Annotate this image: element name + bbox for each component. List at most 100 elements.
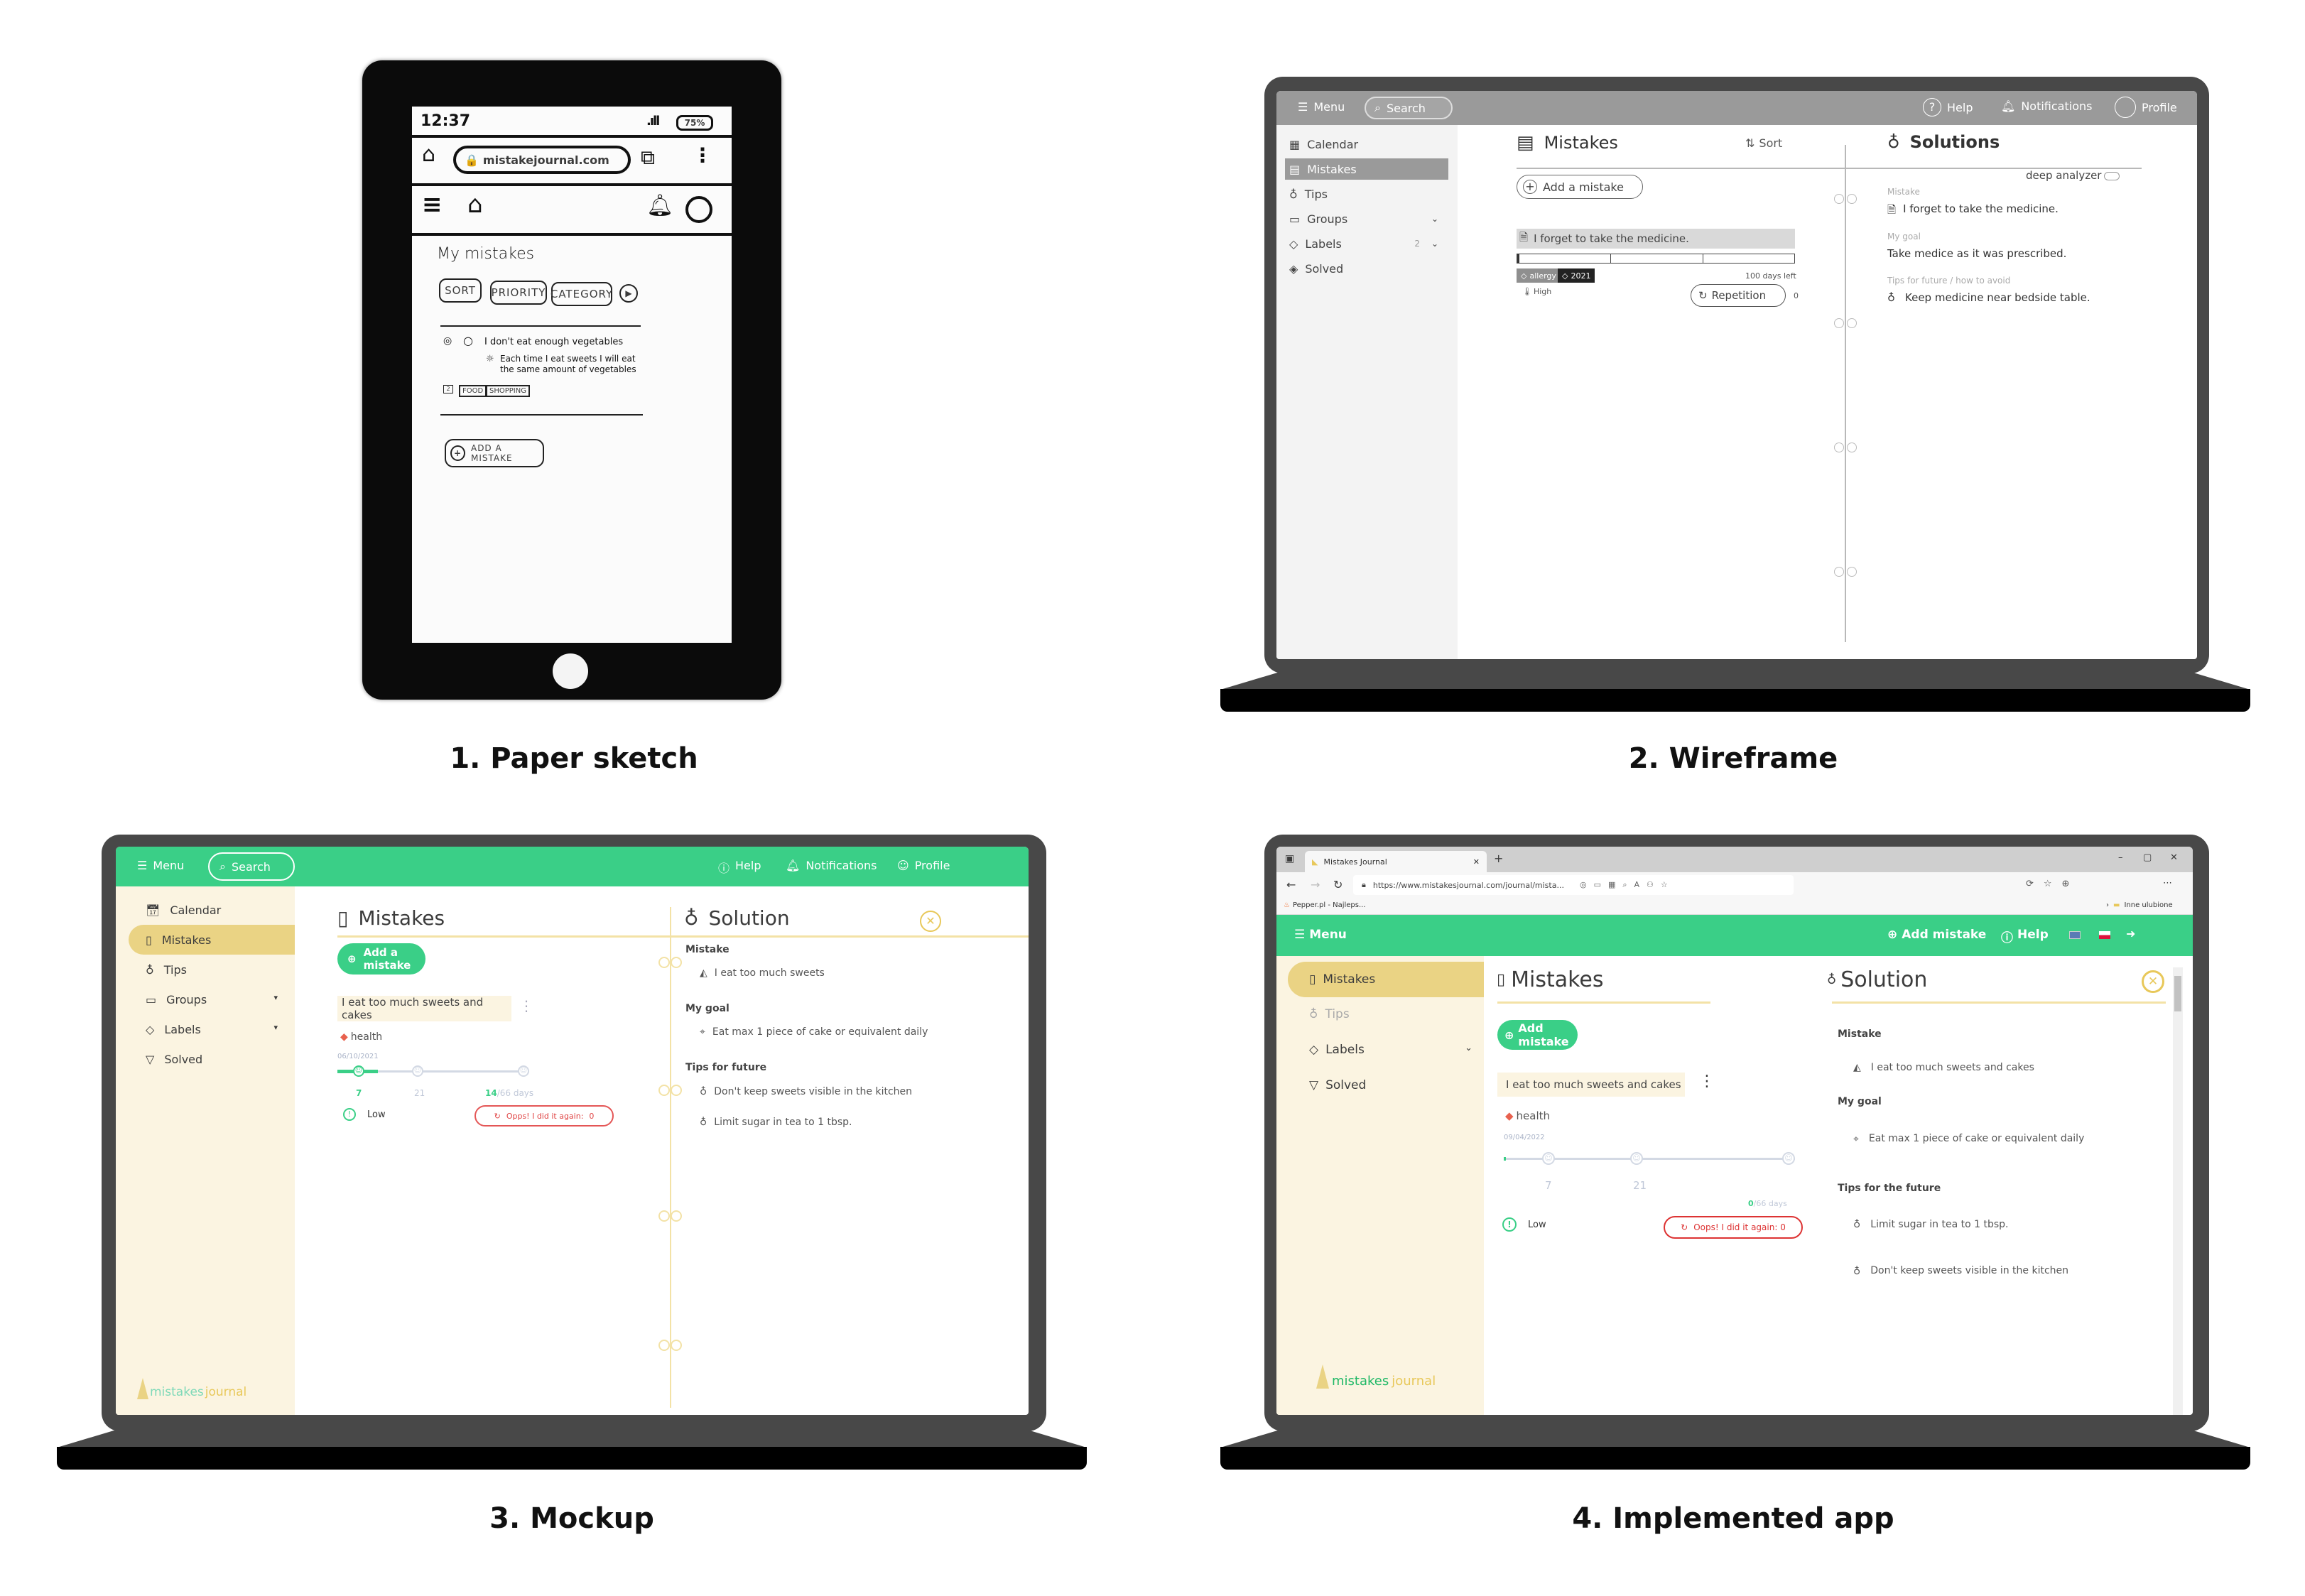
tab-actions-icon[interactable]: ▣ <box>1285 853 1294 864</box>
solution-title-text: Solution <box>708 906 790 930</box>
sidebar-item-mistakes[interactable]: ▤ Mistakes <box>1285 158 1448 180</box>
home-icon[interactable]: ⌂ <box>467 190 483 219</box>
forward-icon[interactable]: → <box>1311 878 1320 891</box>
progress-segment <box>1703 254 1794 263</box>
scrollbar[interactable] <box>2173 967 2183 1415</box>
menu-button[interactable]: ☰ Menu <box>137 859 184 872</box>
menu-button[interactable]: ☰ Menu <box>1298 100 1345 114</box>
mistake-item[interactable]: I eat too much sweets and cakes <box>337 996 511 1021</box>
tag-shopping[interactable]: SHOPPING <box>486 385 530 397</box>
sidebar-item-groups[interactable]: ▭ Groups ▾ <box>146 993 288 1006</box>
new-tab-icon[interactable]: + <box>1494 852 1503 865</box>
hamburger-icon[interactable]: ≡ <box>422 190 443 219</box>
goal-label: My goal <box>685 1003 730 1014</box>
back-icon[interactable]: ← <box>1286 878 1296 891</box>
sidebar-item-solved[interactable]: ◈ Solved <box>1285 258 1448 279</box>
url-bar[interactable]: 🔒 mistakejournal.com <box>453 146 631 174</box>
notifications-button[interactable]: 🔔︎ Notifications <box>2001 99 2092 113</box>
sort-button[interactable]: SORT <box>439 278 482 303</box>
oops-button[interactable]: ↻ Oops! I did it again: 0 <box>1664 1216 1803 1239</box>
more-vertical-icon[interactable]: ⋮ <box>1699 1073 1715 1090</box>
next-arrow-icon[interactable]: ▶ <box>619 284 638 303</box>
milestone-label: 7 <box>1545 1179 1552 1192</box>
search-input[interactable]: ⌕ Search <box>208 852 295 881</box>
sidebar-item-mistakes[interactable]: ▯ Mistakes <box>1288 962 1484 997</box>
sidebar-item-tips[interactable]: ♁ Tips <box>146 963 187 977</box>
sidebar-item-labels[interactable]: ◇ Labels ⌄ <box>1309 1043 1473 1057</box>
search-input[interactable]: ⌕ Search <box>1365 97 1453 119</box>
maximize-icon[interactable]: ▢ <box>2143 852 2152 863</box>
tag-2021[interactable]: ◇ 2021 <box>1558 268 1595 283</box>
other-favorites[interactable]: › ▬ Inne ulubione <box>2106 901 2173 909</box>
profile-button[interactable]: Profile <box>2115 97 2177 118</box>
plus-icon: + <box>450 445 465 461</box>
close-window-icon[interactable]: ✕ <box>2170 852 2178 863</box>
more-icon[interactable]: ⋮ <box>693 143 712 167</box>
bookmark-pepper[interactable]: ♨ Pepper.pl - Najleps... <box>1284 901 1366 909</box>
tag-health[interactable]: ◆ health <box>340 1031 382 1043</box>
priority-button[interactable]: PRIORITY <box>490 281 547 305</box>
add-mistake-button[interactable]: + Add a mistake <box>1517 175 1643 199</box>
user-icon: ☺ <box>897 859 909 872</box>
flag-pl-icon[interactable] <box>2099 931 2110 939</box>
tag-health[interactable]: ◆ health <box>1505 1109 1550 1122</box>
help-button[interactable]: ? Help <box>1923 98 1973 116</box>
sidebar-item-labels[interactable]: ◇ Labels ▾ <box>146 1023 288 1036</box>
sidebar-item-solved[interactable]: ▽ Solved <box>146 1053 202 1066</box>
sidebar-item-labels[interactable]: ◇ Labels 2 ⌄ <box>1285 233 1448 254</box>
minimize-icon[interactable]: – <box>2118 852 2123 863</box>
mistake-item[interactable]: 🗎 I forget to take the medicine. <box>1517 229 1795 249</box>
oops-button[interactable]: ↻ Opps! I did it again: 0 <box>474 1105 614 1127</box>
tag-allergy[interactable]: ◇ allergy <box>1517 268 1561 283</box>
bell-icon[interactable]: 🔔︎ <box>646 193 673 218</box>
tabs-icon[interactable]: ⧉ <box>641 146 655 170</box>
address-bar[interactable]: 🔒︎ https://www.mistakesjournal.com/journa… <box>1353 875 1794 895</box>
logo-text-mistakes: mistakes <box>1332 1374 1389 1389</box>
add-mistake-header-button[interactable]: ⊕ Add mistake <box>1887 928 1986 942</box>
binder-ring <box>1834 318 1844 328</box>
tip-item: ♁ Don't keep sweets visible in the kitche… <box>700 1086 912 1097</box>
add-mistake-button[interactable]: + ADD A MISTAKE <box>445 439 544 467</box>
logout-icon[interactable]: ➜ <box>2126 927 2135 940</box>
sidebar-item-tips[interactable]: ♁ Tips <box>1285 183 1448 205</box>
help-button[interactable]: ⓘ Help <box>718 859 761 876</box>
sidebar-item-solved[interactable]: ▽ Solved <box>1309 1078 1366 1092</box>
laptop-base <box>57 1429 1087 1448</box>
radio-icon[interactable]: ◎ <box>443 335 452 347</box>
flag-en-icon[interactable] <box>2069 931 2081 939</box>
tag-food[interactable]: FOOD <box>459 385 487 397</box>
sidebar-item-calendar[interactable]: ▦ Calendar <box>1285 134 1448 155</box>
profile-icon[interactable] <box>685 196 712 223</box>
more-vertical-icon[interactable]: ⋮ <box>519 997 533 1014</box>
sketch-time: 12:37 <box>421 112 471 130</box>
sidebar-item-groups[interactable]: ▭ Groups ⌄ <box>1285 208 1448 229</box>
milestone-21-icon: ☺ <box>412 1065 423 1077</box>
add-mistake-button[interactable]: ⊕ Add a mistake <box>337 943 425 975</box>
browser-menu-icon[interactable]: ⋯ <box>2163 878 2172 889</box>
profile-button[interactable]: ☺ Profile <box>897 859 950 872</box>
close-tab-icon[interactable]: ✕ <box>1473 857 1480 867</box>
menu-button[interactable]: ☰ Menu <box>1294 928 1347 942</box>
reload-icon[interactable]: ↻ <box>1333 878 1343 891</box>
address-bar-actions-icons[interactable]: ◎▭▦⌕A⚇☆ <box>1580 880 1675 890</box>
sidebar-item-calendar[interactable]: 📅︎ Calendar <box>146 903 221 917</box>
category-button[interactable]: CATEGORY <box>551 282 612 306</box>
sidebar-item-mistakes[interactable]: ▯ Mistakes <box>129 925 295 955</box>
milestone-66-icon: ☺ <box>1782 1152 1795 1165</box>
sidebar-item-tips[interactable]: ♁ Tips <box>1309 1007 1350 1021</box>
browser-tab[interactable]: ◣ Mistakes Journal ✕ <box>1305 851 1487 872</box>
notifications-button[interactable]: 🔔︎ Notifications <box>786 859 877 872</box>
scrollbar-thumb[interactable] <box>2174 976 2181 1011</box>
close-icon[interactable]: ✕ <box>2142 970 2164 993</box>
repetition-button[interactable]: ↻ Repetition <box>1691 284 1786 307</box>
home-icon[interactable]: ⌂ <box>422 142 435 167</box>
tip-text: Don't keep sweets visible in the kitchen <box>714 1086 913 1097</box>
close-icon[interactable]: ✕ <box>920 911 941 932</box>
bookmark-label: Pepper.pl - Najleps... <box>1292 901 1366 909</box>
mistake-item[interactable]: I eat too much sweets and cakes <box>1497 1073 1685 1097</box>
help-button[interactable]: ⓘ Help <box>2001 928 2049 945</box>
deep-analyzer-toggle[interactable] <box>2104 172 2120 180</box>
sort-button[interactable]: ⇅ Sort <box>1745 136 1782 150</box>
browser-extension-icons[interactable]: ⟳☆⊕ <box>2026 879 2079 889</box>
add-mistake-button[interactable]: ⊕ Add mistake <box>1497 1020 1578 1050</box>
